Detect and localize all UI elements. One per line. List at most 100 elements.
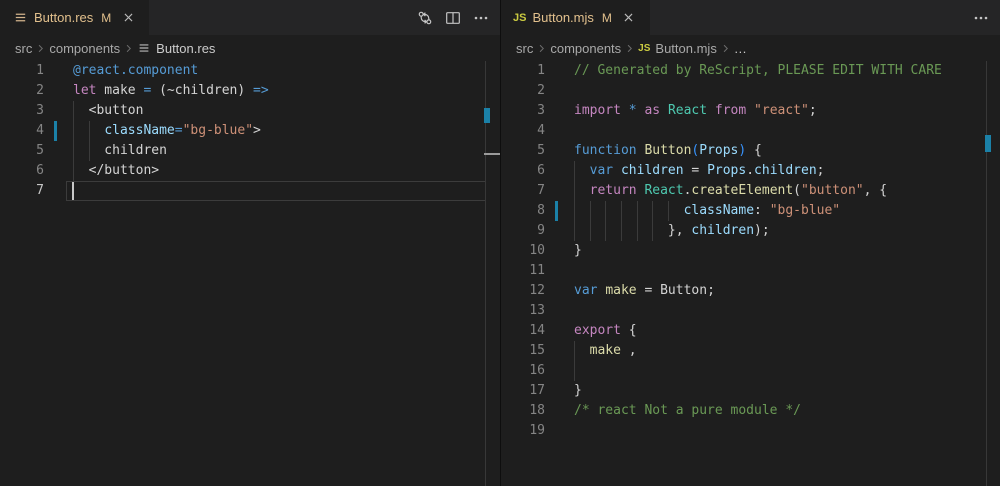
overview-ruler[interactable] xyxy=(986,61,987,486)
code-token: React xyxy=(668,103,707,118)
indent-guide xyxy=(89,141,90,161)
code-line[interactable]: 16 xyxy=(501,361,1000,381)
line-number[interactable]: 1 xyxy=(0,61,44,81)
breadcrumb-item[interactable]: JSButton.mjs xyxy=(638,41,717,56)
line-number[interactable]: 6 xyxy=(501,161,545,181)
code-line[interactable]: 19 xyxy=(501,421,1000,441)
code-token: { xyxy=(746,143,762,158)
code-token: ; xyxy=(707,283,715,298)
line-content: children xyxy=(44,141,500,161)
code-line[interactable]: 14export { xyxy=(501,321,1000,341)
code-line[interactable]: 5function Button(Props) { xyxy=(501,141,1000,161)
line-number[interactable]: 8 xyxy=(501,201,545,221)
line-content: } xyxy=(545,381,1000,401)
code-line[interactable]: 6 </button> xyxy=(0,161,500,181)
line-number[interactable]: 7 xyxy=(501,181,545,201)
code-line[interactable]: 7 return React.createElement("button", { xyxy=(501,181,1000,201)
line-number[interactable]: 18 xyxy=(501,401,545,421)
line-number[interactable]: 16 xyxy=(501,361,545,381)
line-number[interactable]: 4 xyxy=(0,121,44,141)
code-token: className xyxy=(104,123,174,138)
code-line[interactable]: 6 var children = Props.children; xyxy=(501,161,1000,181)
code-line[interactable]: 17} xyxy=(501,381,1000,401)
line-number[interactable]: 14 xyxy=(501,321,545,341)
line-number[interactable]: 12 xyxy=(501,281,545,301)
code-lines: 1@react.component2let make = (~children)… xyxy=(0,61,500,486)
code-line[interactable]: 5 children xyxy=(0,141,500,161)
more-actions-icon[interactable] xyxy=(970,6,992,30)
breadcrumb-item[interactable]: components xyxy=(550,41,621,56)
code-line[interactable]: 8 className: "bg-blue" xyxy=(501,201,1000,221)
code-line[interactable]: 2let make = (~children) => xyxy=(0,81,500,101)
tab-button-mjs[interactable]: JS Button.mjs M xyxy=(501,0,650,35)
indent-guide xyxy=(652,201,653,221)
line-number[interactable]: 5 xyxy=(0,141,44,161)
line-number[interactable]: 9 xyxy=(501,221,545,241)
tab-bar-right: JS Button.mjs M xyxy=(501,0,1000,35)
line-number[interactable]: 15 xyxy=(501,341,545,361)
tab-button-res[interactable]: Button.res M xyxy=(0,0,149,35)
close-icon[interactable] xyxy=(618,6,640,30)
editor-right[interactable]: 1// Generated by ReScript, PLEASE EDIT W… xyxy=(501,61,1000,486)
chevron-right-icon xyxy=(122,42,135,55)
breadcrumb-item[interactable]: … xyxy=(734,41,747,56)
code-token: </button> xyxy=(73,163,159,178)
tab-label: Button.res xyxy=(34,10,93,25)
breadcrumb-item[interactable]: src xyxy=(15,41,32,56)
editor-left[interactable]: 1@react.component2let make = (~children)… xyxy=(0,61,500,486)
code-line[interactable]: 1@react.component xyxy=(0,61,500,81)
code-line[interactable]: 9 }, children); xyxy=(501,221,1000,241)
line-number[interactable]: 5 xyxy=(501,141,545,161)
breadcrumb-item[interactable]: Button.res xyxy=(137,41,215,56)
code-line[interactable]: 1// Generated by ReScript, PLEASE EDIT W… xyxy=(501,61,1000,81)
breadcrumb-label: components xyxy=(550,41,621,56)
code-line[interactable]: 18/* react Not a pure module */ xyxy=(501,401,1000,421)
line-number[interactable]: 19 xyxy=(501,421,545,441)
code-token: createElement xyxy=(691,183,793,198)
close-icon[interactable] xyxy=(117,6,139,30)
more-actions-icon[interactable] xyxy=(470,6,492,30)
line-number[interactable]: 13 xyxy=(501,301,545,321)
code-token: children xyxy=(621,163,684,178)
line-number[interactable]: 4 xyxy=(501,121,545,141)
line-number[interactable]: 11 xyxy=(501,261,545,281)
breadcrumb-item[interactable]: components xyxy=(49,41,120,56)
code-line[interactable]: 3import * as React from "react"; xyxy=(501,101,1000,121)
indent-guide xyxy=(73,101,74,121)
line-number[interactable]: 6 xyxy=(0,161,44,181)
line-number[interactable]: 2 xyxy=(0,81,44,101)
line-number[interactable]: 3 xyxy=(501,101,545,121)
indent-guide xyxy=(621,221,622,241)
chevron-right-icon xyxy=(719,42,732,55)
line-number[interactable]: 10 xyxy=(501,241,545,261)
indent-guide xyxy=(73,141,74,161)
code-token xyxy=(621,103,629,118)
overview-ruler[interactable] xyxy=(485,61,486,486)
breadcrumb-item[interactable]: src xyxy=(516,41,533,56)
line-number[interactable]: 7 xyxy=(0,181,44,201)
text-cursor xyxy=(72,182,74,200)
line-number[interactable]: 1 xyxy=(501,61,545,81)
code-line[interactable]: 4 className="bg-blue"> xyxy=(0,121,500,141)
code-line[interactable]: 12var make = Button; xyxy=(501,281,1000,301)
line-content: @react.component xyxy=(44,61,500,81)
js-icon: JS xyxy=(638,43,650,54)
code-line[interactable]: 3 <button xyxy=(0,101,500,121)
code-line[interactable]: 7 xyxy=(0,181,500,201)
js-icon: JS xyxy=(513,12,526,24)
open-changes-icon[interactable] xyxy=(414,6,436,30)
code-line[interactable]: 13 xyxy=(501,301,1000,321)
line-content: /* react Not a pure module */ xyxy=(545,401,1000,421)
code-token: ; xyxy=(817,163,825,178)
code-line[interactable]: 10} xyxy=(501,241,1000,261)
code-line[interactable]: 4 xyxy=(501,121,1000,141)
code-line[interactable]: 2 xyxy=(501,81,1000,101)
line-number[interactable]: 17 xyxy=(501,381,545,401)
line-number[interactable]: 2 xyxy=(501,81,545,101)
line-number[interactable]: 3 xyxy=(0,101,44,121)
code-line[interactable]: 15 make , xyxy=(501,341,1000,361)
split-editor-icon[interactable] xyxy=(442,6,464,30)
indent-guide xyxy=(574,361,575,381)
code-line[interactable]: 11 xyxy=(501,261,1000,281)
line-content xyxy=(545,261,1000,281)
